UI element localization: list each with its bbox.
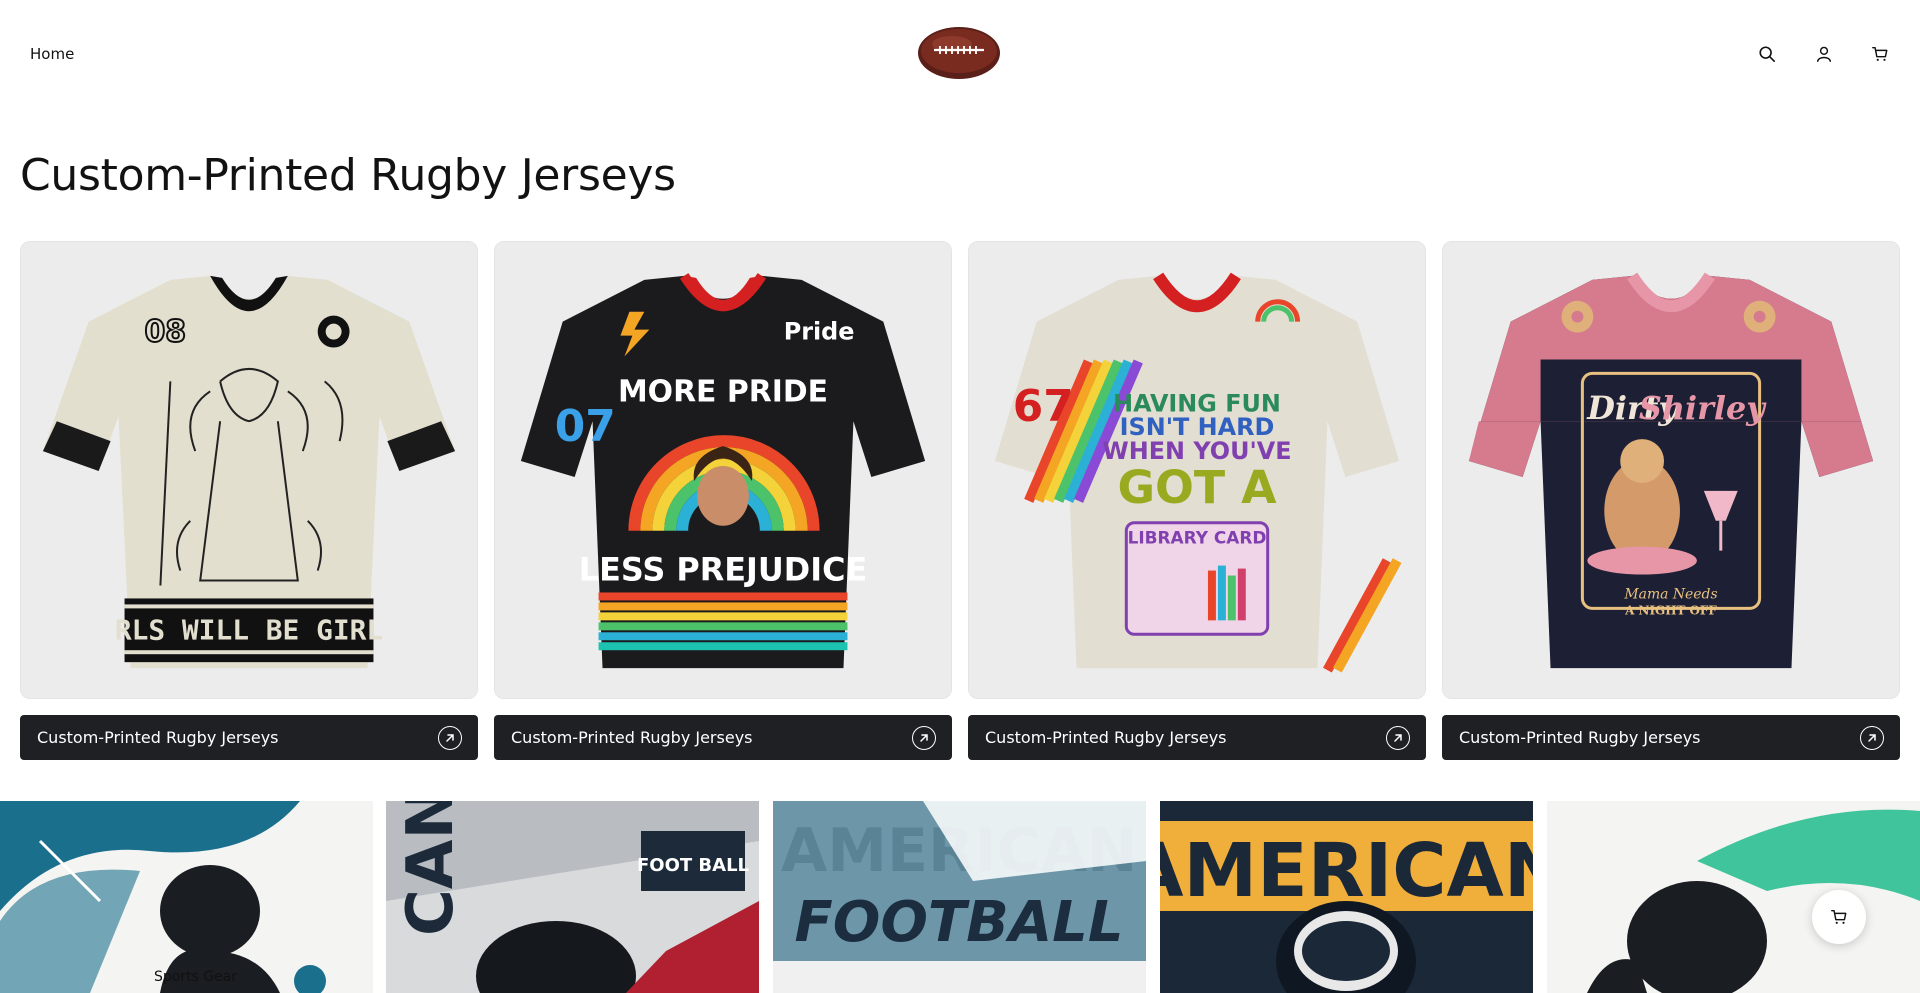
arrow-up-right-icon (1860, 725, 1884, 750)
banner-tile-text: FOOTBALL (794, 890, 1123, 955)
banner-side-text: CAN (394, 801, 468, 936)
arrow-up-right-icon (1386, 725, 1410, 750)
product-image-pride-jersey[interactable]: MORE PRIDE LESS PREJUDICE Pride 07 (494, 241, 952, 699)
banner-tile-text: FOOT BALL (637, 855, 749, 876)
collection-card[interactable]: Dirty Shirley Mama Needs A NIGHT OFF Cus… (1442, 241, 1900, 760)
product-image-dirty-shirley-jersey[interactable]: Dirty Shirley Mama Needs A NIGHT OFF (1442, 241, 1900, 699)
site-header: Home (0, 0, 1920, 108)
collection-link-button[interactable]: Custom-Printed Rugby Jerseys (20, 715, 478, 760)
collection-link-button[interactable]: Custom-Printed Rugby Jerseys (1442, 715, 1900, 760)
jersey-print-text-2: LESS PREJUDICE (579, 551, 867, 589)
jersey-print-text-2: Shirley (1639, 389, 1767, 427)
jersey-print-text: MORE PRIDE (618, 374, 828, 409)
product-image-medusa-jersey[interactable]: RLS WILL BE GIRL 08 (20, 241, 478, 699)
collection-title: Custom-Printed Rugby Jerseys (511, 728, 753, 747)
banner-tile-football-player-green[interactable] (1547, 801, 1920, 993)
jersey-number: 07 (555, 401, 616, 452)
sports-banner: CAN FOOT BALL AMERICAN FOOTBALL AMERICAN (0, 801, 1920, 993)
jersey-print-text: RLS WILL BE GIRL (115, 613, 383, 646)
banner-tile-american-yellow[interactable]: AMERICAN (1160, 801, 1533, 993)
collection-card[interactable]: HAVING FUN ISN'T HARD WHEN YOU'VE GOT A … (968, 241, 1426, 760)
jersey-patch-text: Pride (784, 318, 855, 346)
banner-tile-football-player-teal[interactable] (0, 801, 373, 993)
banner-tile-american-football-blue[interactable]: AMERICAN FOOTBALL (773, 801, 1146, 993)
collection-card[interactable]: MORE PRIDE LESS PREJUDICE Pride 07 Custo… (494, 241, 952, 760)
collection-card[interactable]: RLS WILL BE GIRL 08 Custom-Printed Rugby… (20, 241, 478, 760)
banner-tile-football-text-gray[interactable]: CAN FOOT BALL (386, 801, 759, 993)
jersey-number: 08 (144, 315, 186, 350)
banner-caption: Sports Gear (154, 969, 238, 985)
account-icon[interactable] (1812, 42, 1836, 66)
arrow-up-right-icon (912, 725, 936, 750)
cart-icon (1831, 909, 1847, 924)
floating-cart-button[interactable] (1812, 890, 1866, 944)
page-title: Custom-Printed Rugby Jerseys (20, 150, 676, 201)
collection-title: Custom-Printed Rugby Jerseys (985, 728, 1227, 747)
jersey-print-text-5: LIBRARY CARD (1128, 528, 1267, 548)
collection-link-button[interactable]: Custom-Printed Rugby Jerseys (494, 715, 952, 760)
collection-title: Custom-Printed Rugby Jerseys (37, 728, 279, 747)
rugby-ball-icon[interactable] (916, 24, 1002, 82)
search-icon[interactable] (1755, 42, 1779, 66)
jersey-print-text-4: GOT A (1117, 460, 1277, 514)
product-image-library-jersey[interactable]: HAVING FUN ISN'T HARD WHEN YOU'VE GOT A … (968, 241, 1426, 699)
collection-title: Custom-Printed Rugby Jerseys (1459, 728, 1701, 747)
jersey-print-text-3: Mama Needs (1623, 586, 1717, 602)
collection-link-button[interactable]: Custom-Printed Rugby Jerseys (968, 715, 1426, 760)
nav-home-link[interactable]: Home (30, 45, 74, 63)
jersey-number: 67 (1013, 381, 1074, 432)
arrow-up-right-icon (438, 725, 462, 750)
jersey-print-text-4: A NIGHT OFF (1624, 603, 1717, 617)
cart-icon[interactable] (1868, 42, 1892, 66)
